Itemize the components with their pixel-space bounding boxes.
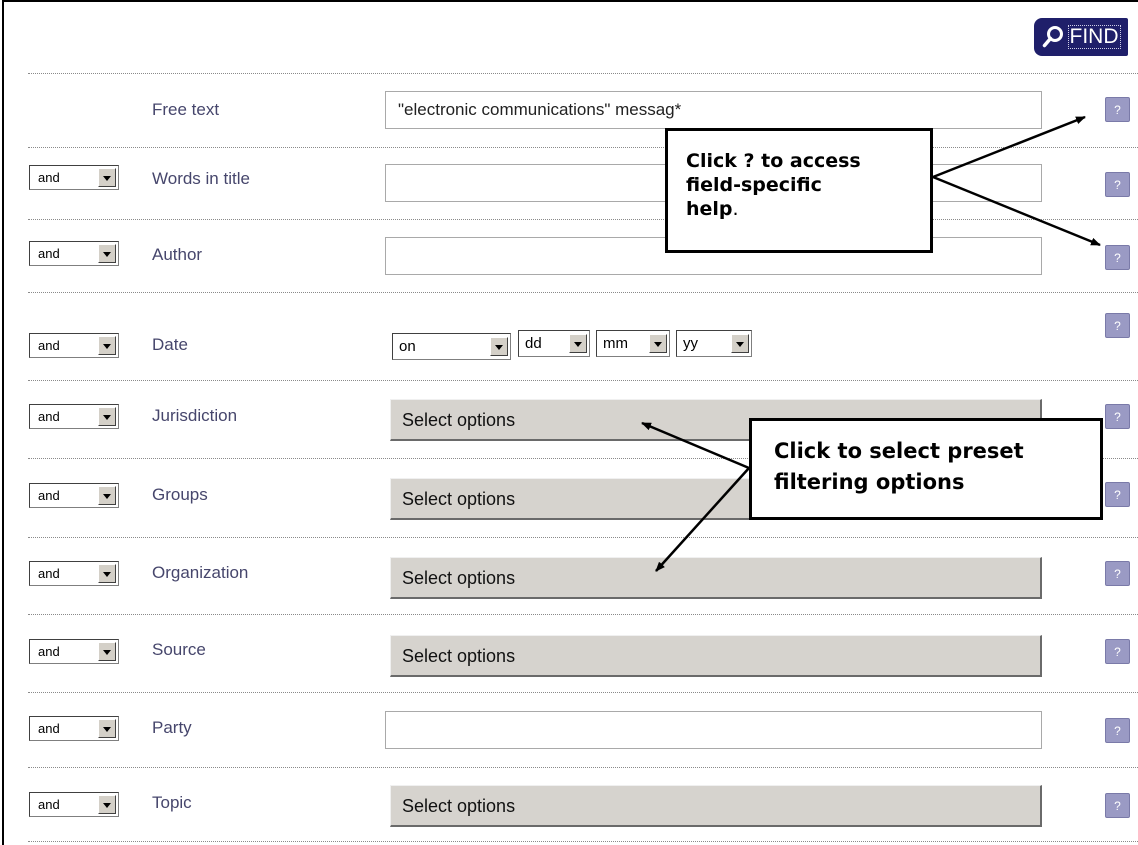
row-divider — [28, 841, 1138, 842]
operator-value: and — [38, 488, 60, 503]
author-label: Author — [152, 245, 203, 264]
dropdown-arrow-icon — [98, 168, 116, 187]
row-divider — [28, 73, 1138, 74]
operator-value: and — [38, 644, 60, 659]
operator-value: and — [38, 338, 60, 353]
search-icon — [1042, 26, 1063, 48]
options-callout-line2: filtering options — [774, 470, 965, 494]
party-label: Party — [152, 718, 192, 737]
groups-label: Groups — [152, 485, 208, 504]
dropdown-arrow-icon — [569, 334, 587, 353]
party-input[interactable] — [385, 711, 1042, 749]
find-button[interactable]: FIND — [1034, 18, 1128, 56]
operator-value: and — [38, 721, 60, 736]
options-callout: Click to select preset filtering options — [749, 418, 1103, 520]
row-divider — [28, 292, 1138, 293]
dropdown-arrow-icon — [98, 642, 116, 661]
operator-value: and — [38, 409, 60, 424]
row-divider — [28, 219, 1138, 220]
help-button-party[interactable]: ? — [1105, 718, 1130, 743]
help-button-topic[interactable]: ? — [1105, 793, 1130, 818]
help-callout-line1: Click ? to access — [686, 150, 861, 172]
operator-select-topic[interactable]: and — [29, 792, 119, 817]
source-label: Source — [152, 640, 206, 659]
help-button-author[interactable]: ? — [1105, 245, 1130, 270]
help-callout-word: help — [686, 198, 733, 220]
help-button-date[interactable]: ? — [1105, 313, 1130, 338]
help-callout-line3: help. — [686, 197, 930, 221]
dropdown-arrow-icon — [731, 334, 749, 353]
help-button-jurisdiction[interactable]: ? — [1105, 404, 1130, 429]
organization-label: Organization — [152, 563, 249, 582]
help-callout: Click ? to access field-specific help. — [665, 128, 933, 253]
topic-select-options-button[interactable]: Select options — [390, 785, 1042, 827]
help-callout-period: . — [732, 198, 739, 220]
operator-value: and — [38, 246, 60, 261]
date-mode-select[interactable]: on — [392, 333, 511, 360]
operator-select-party[interactable]: and — [29, 716, 119, 741]
dropdown-arrow-icon — [98, 795, 116, 814]
row-divider — [28, 767, 1138, 768]
free-text-label: Free text — [152, 100, 220, 119]
operator-value: and — [38, 170, 60, 185]
operator-select-date[interactable]: and — [29, 333, 119, 358]
dropdown-arrow-icon — [98, 336, 116, 355]
dropdown-arrow-icon — [490, 337, 508, 356]
help-button-source[interactable]: ? — [1105, 639, 1130, 664]
date-mode-value: on — [399, 338, 416, 355]
date-year-select[interactable]: yy — [676, 330, 752, 357]
help-button-organization[interactable]: ? — [1105, 561, 1130, 586]
date-label: Date — [152, 335, 188, 354]
title-label: Words in title — [152, 169, 250, 188]
dropdown-arrow-icon — [98, 407, 116, 426]
help-callout-line2: field-specific — [686, 174, 822, 196]
operator-select-organization[interactable]: and — [29, 561, 119, 586]
date-day-value: dd — [525, 335, 542, 352]
options-callout-line1: Click to select preset — [774, 439, 1024, 463]
help-button-title[interactable]: ? — [1105, 172, 1130, 197]
free-text-input[interactable]: "electronic communications" messag* — [385, 91, 1042, 129]
operator-value: and — [38, 566, 60, 581]
row-divider — [28, 692, 1138, 693]
dropdown-arrow-icon — [98, 719, 116, 738]
operator-select-author[interactable]: and — [29, 241, 119, 266]
row-divider — [28, 614, 1138, 615]
operator-select-title[interactable]: and — [29, 165, 119, 190]
row-divider — [28, 147, 1138, 148]
date-month-value: mm — [603, 335, 628, 352]
dropdown-arrow-icon — [98, 564, 116, 583]
date-month-select[interactable]: mm — [596, 330, 670, 357]
topic-label: Topic — [152, 793, 192, 812]
dropdown-arrow-icon — [98, 244, 116, 263]
help-button-groups[interactable]: ? — [1105, 482, 1130, 507]
operator-select-jurisdiction[interactable]: and — [29, 404, 119, 429]
source-select-options-button[interactable]: Select options — [390, 635, 1042, 677]
date-day-select[interactable]: dd — [518, 330, 590, 357]
row-divider — [28, 537, 1138, 538]
dropdown-arrow-icon — [98, 486, 116, 505]
row-divider — [28, 380, 1138, 381]
jurisdiction-label: Jurisdiction — [152, 406, 238, 425]
organization-select-options-button[interactable]: Select options — [390, 557, 1042, 599]
date-year-value: yy — [683, 335, 698, 352]
operator-select-source[interactable]: and — [29, 639, 119, 664]
find-button-label: FIND — [1067, 25, 1121, 49]
operator-select-groups[interactable]: and — [29, 483, 119, 508]
help-button-free-text[interactable]: ? — [1105, 97, 1130, 122]
dropdown-arrow-icon — [649, 334, 667, 353]
operator-value: and — [38, 797, 60, 812]
